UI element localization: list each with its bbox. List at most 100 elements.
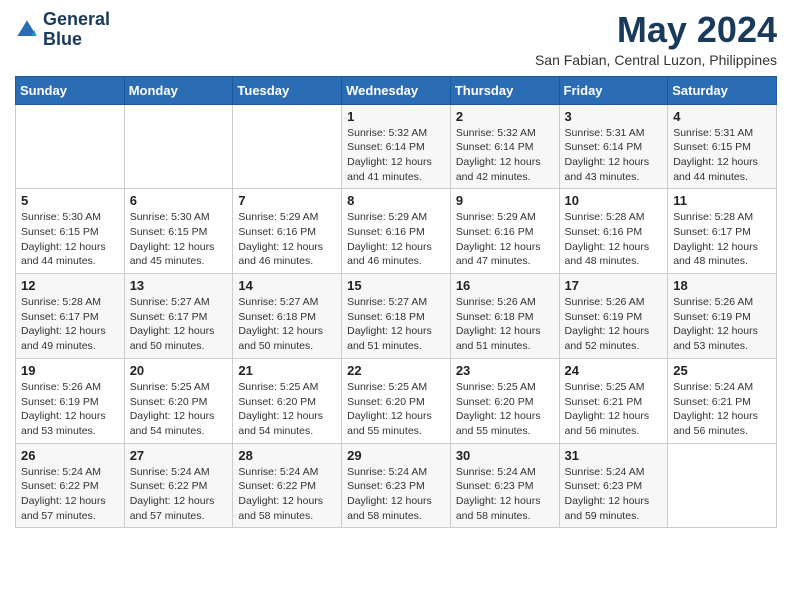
day-info: Sunrise: 5:31 AMSunset: 6:15 PMDaylight:…: [673, 126, 771, 185]
calendar-cell: 26 Sunrise: 5:24 AMSunset: 6:22 PMDayligh…: [16, 443, 125, 528]
day-number: 29: [347, 448, 445, 463]
calendar-cell: 5 Sunrise: 5:30 AMSunset: 6:15 PMDaylight…: [16, 189, 125, 274]
calendar-cell: 24 Sunrise: 5:25 AMSunset: 6:21 PMDayligh…: [559, 358, 668, 443]
day-number: 10: [565, 193, 663, 208]
calendar-cell: 27 Sunrise: 5:24 AMSunset: 6:22 PMDayligh…: [124, 443, 233, 528]
day-number: 15: [347, 278, 445, 293]
calendar-cell: [124, 104, 233, 189]
day-number: 5: [21, 193, 119, 208]
day-info: Sunrise: 5:24 AMSunset: 6:22 PMDaylight:…: [130, 465, 228, 524]
calendar-week-2: 5 Sunrise: 5:30 AMSunset: 6:15 PMDaylight…: [16, 189, 777, 274]
day-info: Sunrise: 5:25 AMSunset: 6:21 PMDaylight:…: [565, 380, 663, 439]
page-header: General Blue May 2024 San Fabian, Centra…: [15, 10, 777, 68]
day-info: Sunrise: 5:32 AMSunset: 6:14 PMDaylight:…: [347, 126, 445, 185]
day-info: Sunrise: 5:24 AMSunset: 6:23 PMDaylight:…: [347, 465, 445, 524]
calendar-cell: 1Sunrise: 5:32 AMSunset: 6:14 PMDaylight…: [342, 104, 451, 189]
calendar-week-5: 26 Sunrise: 5:24 AMSunset: 6:22 PMDayligh…: [16, 443, 777, 528]
day-info: Sunrise: 5:30 AMSunset: 6:15 PMDaylight:…: [130, 210, 228, 269]
day-number: 12: [21, 278, 119, 293]
calendar-cell: [233, 104, 342, 189]
calendar-table: SundayMondayTuesdayWednesdayThursdayFrid…: [15, 76, 777, 529]
calendar-week-3: 12 Sunrise: 5:28 AMSunset: 6:17 PMDayligh…: [16, 274, 777, 359]
day-number: 2: [456, 109, 554, 124]
calendar-cell: 20 Sunrise: 5:25 AMSunset: 6:20 PMDayligh…: [124, 358, 233, 443]
calendar-cell: 17Sunrise: 5:26 AMSunset: 6:19 PMDayligh…: [559, 274, 668, 359]
day-number: 21: [238, 363, 336, 378]
day-info: Sunrise: 5:27 AMSunset: 6:18 PMDaylight:…: [238, 295, 336, 354]
day-number: 30: [456, 448, 554, 463]
day-number: 31: [565, 448, 663, 463]
calendar-cell: 30Sunrise: 5:24 AMSunset: 6:23 PMDayligh…: [450, 443, 559, 528]
day-number: 13: [130, 278, 228, 293]
day-number: 27: [130, 448, 228, 463]
day-number: 16: [456, 278, 554, 293]
weekday-header-sunday: Sunday: [16, 76, 125, 104]
calendar-cell: 8Sunrise: 5:29 AMSunset: 6:16 PMDaylight…: [342, 189, 451, 274]
day-info: Sunrise: 5:29 AMSunset: 6:16 PMDaylight:…: [347, 210, 445, 269]
day-info: Sunrise: 5:27 AMSunset: 6:17 PMDaylight:…: [130, 295, 228, 354]
day-number: 17: [565, 278, 663, 293]
day-info: Sunrise: 5:29 AMSunset: 6:16 PMDaylight:…: [238, 210, 336, 269]
calendar-cell: 28Sunrise: 5:24 AMSunset: 6:22 PMDayligh…: [233, 443, 342, 528]
day-info: Sunrise: 5:27 AMSunset: 6:18 PMDaylight:…: [347, 295, 445, 354]
day-info: Sunrise: 5:25 AMSunset: 6:20 PMDaylight:…: [130, 380, 228, 439]
day-number: 24: [565, 363, 663, 378]
day-info: Sunrise: 5:28 AMSunset: 6:16 PMDaylight:…: [565, 210, 663, 269]
logo-icon: [15, 18, 39, 42]
day-info: Sunrise: 5:30 AMSunset: 6:15 PMDaylight:…: [21, 210, 119, 269]
calendar-cell: 13 Sunrise: 5:27 AMSunset: 6:17 PMDayligh…: [124, 274, 233, 359]
calendar-cell: 6 Sunrise: 5:30 AMSunset: 6:15 PMDaylight…: [124, 189, 233, 274]
calendar-cell: 23 Sunrise: 5:25 AMSunset: 6:20 PMDayligh…: [450, 358, 559, 443]
day-info: Sunrise: 5:25 AMSunset: 6:20 PMDaylight:…: [238, 380, 336, 439]
location: San Fabian, Central Luzon, Philippines: [535, 52, 777, 68]
weekday-header-tuesday: Tuesday: [233, 76, 342, 104]
calendar-cell: 11 Sunrise: 5:28 AMSunset: 6:17 PMDayligh…: [668, 189, 777, 274]
calendar-cell: 31 Sunrise: 5:24 AMSunset: 6:23 PMDayligh…: [559, 443, 668, 528]
day-info: Sunrise: 5:26 AMSunset: 6:19 PMDaylight:…: [673, 295, 771, 354]
calendar-cell: 18 Sunrise: 5:26 AMSunset: 6:19 PMDayligh…: [668, 274, 777, 359]
calendar-cell: 12 Sunrise: 5:28 AMSunset: 6:17 PMDayligh…: [16, 274, 125, 359]
logo: General Blue: [15, 10, 110, 50]
day-info: Sunrise: 5:28 AMSunset: 6:17 PMDaylight:…: [673, 210, 771, 269]
day-info: Sunrise: 5:24 AMSunset: 6:23 PMDaylight:…: [565, 465, 663, 524]
month-year: May 2024: [535, 10, 777, 50]
calendar-cell: [16, 104, 125, 189]
calendar-cell: 10 Sunrise: 5:28 AMSunset: 6:16 PMDayligh…: [559, 189, 668, 274]
title-block: May 2024 San Fabian, Central Luzon, Phil…: [535, 10, 777, 68]
calendar-cell: 7 Sunrise: 5:29 AMSunset: 6:16 PMDaylight…: [233, 189, 342, 274]
calendar-cell: 9 Sunrise: 5:29 AMSunset: 6:16 PMDaylight…: [450, 189, 559, 274]
day-number: 14: [238, 278, 336, 293]
day-info: Sunrise: 5:24 AMSunset: 6:22 PMDaylight:…: [21, 465, 119, 524]
calendar-cell: [668, 443, 777, 528]
logo-text: General Blue: [43, 10, 110, 50]
weekday-header-wednesday: Wednesday: [342, 76, 451, 104]
day-number: 6: [130, 193, 228, 208]
day-number: 28: [238, 448, 336, 463]
day-number: 3: [565, 109, 663, 124]
weekday-header-row: SundayMondayTuesdayWednesdayThursdayFrid…: [16, 76, 777, 104]
day-info: Sunrise: 5:29 AMSunset: 6:16 PMDaylight:…: [456, 210, 554, 269]
calendar-body: 1Sunrise: 5:32 AMSunset: 6:14 PMDaylight…: [16, 104, 777, 528]
weekday-header-friday: Friday: [559, 76, 668, 104]
day-info: Sunrise: 5:31 AMSunset: 6:14 PMDaylight:…: [565, 126, 663, 185]
day-info: Sunrise: 5:25 AMSunset: 6:20 PMDaylight:…: [456, 380, 554, 439]
day-number: 11: [673, 193, 771, 208]
day-number: 26: [21, 448, 119, 463]
day-number: 7: [238, 193, 336, 208]
weekday-header-thursday: Thursday: [450, 76, 559, 104]
day-number: 22: [347, 363, 445, 378]
calendar-cell: 2Sunrise: 5:32 AMSunset: 6:14 PMDaylight…: [450, 104, 559, 189]
calendar-week-4: 19Sunrise: 5:26 AMSunset: 6:19 PMDayligh…: [16, 358, 777, 443]
day-info: Sunrise: 5:28 AMSunset: 6:17 PMDaylight:…: [21, 295, 119, 354]
day-number: 20: [130, 363, 228, 378]
calendar-cell: 3 Sunrise: 5:31 AMSunset: 6:14 PMDaylight…: [559, 104, 668, 189]
calendar-cell: 19Sunrise: 5:26 AMSunset: 6:19 PMDayligh…: [16, 358, 125, 443]
calendar-cell: 16Sunrise: 5:26 AMSunset: 6:18 PMDayligh…: [450, 274, 559, 359]
day-info: Sunrise: 5:26 AMSunset: 6:19 PMDaylight:…: [21, 380, 119, 439]
day-number: 18: [673, 278, 771, 293]
day-number: 23: [456, 363, 554, 378]
day-number: 4: [673, 109, 771, 124]
calendar-cell: 21 Sunrise: 5:25 AMSunset: 6:20 PMDayligh…: [233, 358, 342, 443]
day-info: Sunrise: 5:25 AMSunset: 6:20 PMDaylight:…: [347, 380, 445, 439]
day-number: 9: [456, 193, 554, 208]
